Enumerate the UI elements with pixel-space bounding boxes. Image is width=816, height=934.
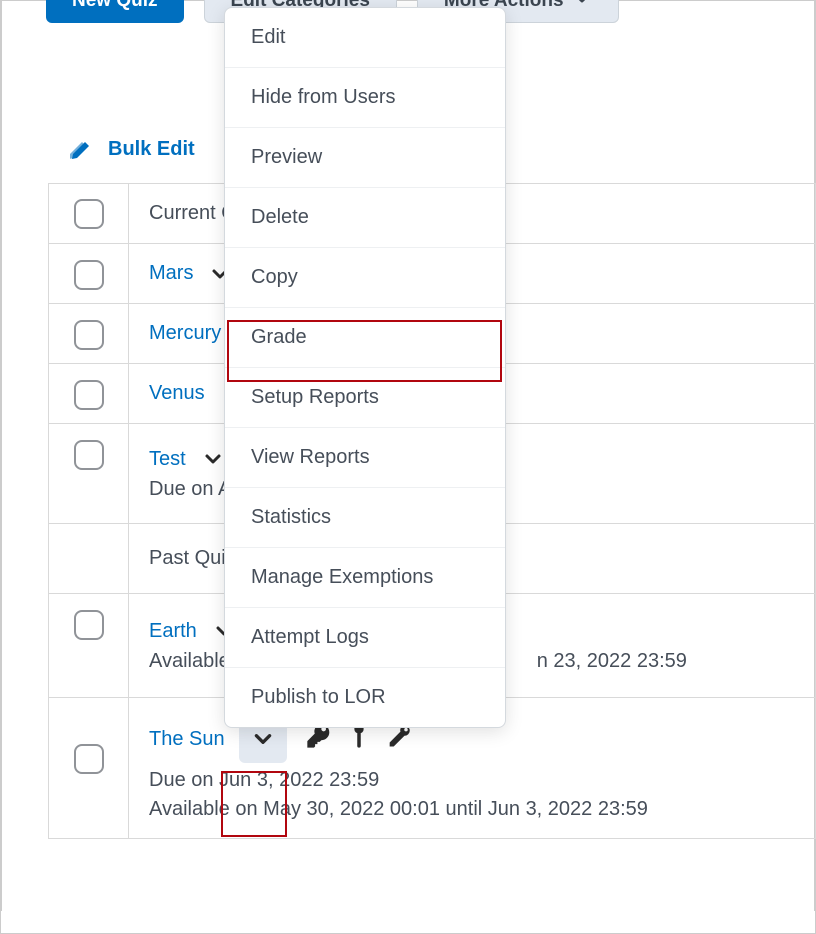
quiz-actions-toggle[interactable] <box>200 446 226 472</box>
quiz-link-mars[interactable]: Mars <box>149 262 193 285</box>
menu-item-statistics[interactable]: Statistics <box>225 488 505 548</box>
quiz-link-sun[interactable]: The Sun <box>149 728 225 751</box>
pencil-icon <box>70 137 96 161</box>
quiz-due-text: Due on Jun 3, 2022 23:59 <box>149 769 795 792</box>
row-checkbox[interactable] <box>74 320 104 350</box>
menu-item-delete[interactable]: Delete <box>225 188 505 248</box>
new-quiz-button[interactable]: New Quiz <box>46 0 184 23</box>
row-checkbox[interactable] <box>74 260 104 290</box>
menu-item-grade[interactable]: Grade <box>225 308 505 368</box>
quiz-link-venus[interactable]: Venus <box>149 382 205 405</box>
select-all-current-checkbox[interactable] <box>74 199 104 229</box>
quiz-availability-text: Available on May 30, 2022 00:01 until Ju… <box>149 798 795 821</box>
row-checkbox[interactable] <box>74 440 104 470</box>
menu-item-view-reports[interactable]: View Reports <box>225 428 505 488</box>
bulk-edit-label: Bulk Edit <box>108 138 195 161</box>
menu-item-manage-exemptions[interactable]: Manage Exemptions <box>225 548 505 608</box>
row-checkbox[interactable] <box>74 380 104 410</box>
menu-item-preview[interactable]: Preview <box>225 128 505 188</box>
quiz-link-test[interactable]: Test <box>149 448 186 471</box>
quiz-link-mercury[interactable]: Mercury <box>149 322 221 345</box>
menu-item-attempt-logs[interactable]: Attempt Logs <box>225 608 505 668</box>
row-checkbox[interactable] <box>74 610 104 640</box>
quiz-actions-menu: Edit Hide from Users Preview Delete Copy… <box>224 7 506 728</box>
quiz-link-earth[interactable]: Earth <box>149 620 197 643</box>
menu-item-publish-lor[interactable]: Publish to LOR <box>225 668 505 727</box>
menu-item-setup-reports[interactable]: Setup Reports <box>225 368 505 428</box>
chevron-down-icon <box>564 0 592 14</box>
menu-item-hide[interactable]: Hide from Users <box>225 68 505 128</box>
new-quiz-label: New Quiz <box>72 0 158 12</box>
menu-item-edit[interactable]: Edit <box>225 8 505 68</box>
row-checkbox[interactable] <box>74 744 104 774</box>
menu-item-copy[interactable]: Copy <box>225 248 505 308</box>
